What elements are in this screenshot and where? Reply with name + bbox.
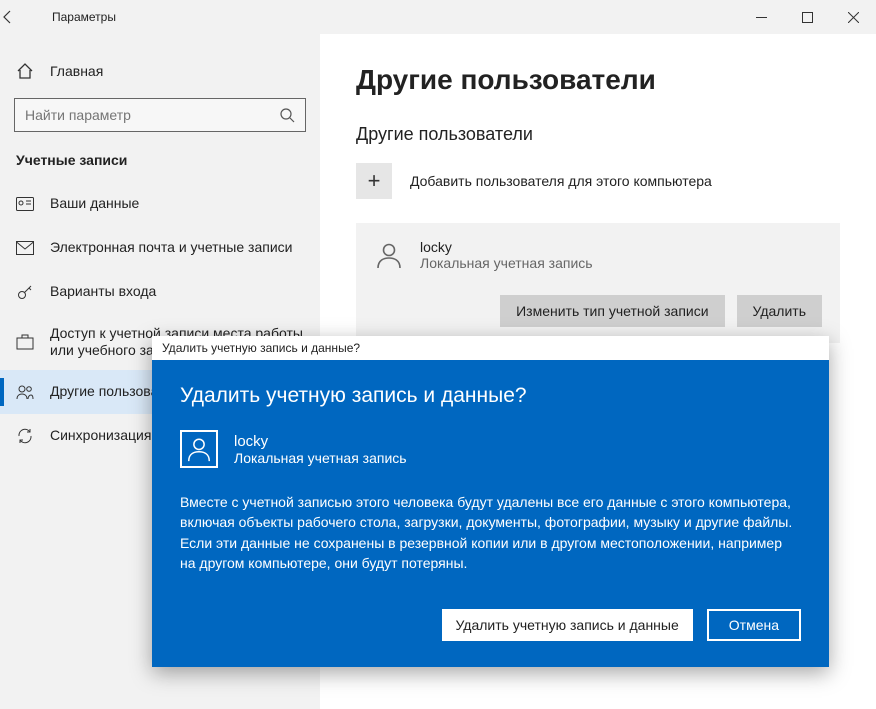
add-user-row[interactable]: + Добавить пользователя для этого компью… [356,163,840,199]
dialog-confirm-button[interactable]: Удалить учетную запись и данные [442,609,693,641]
avatar-icon [180,430,218,468]
dialog-titlebar: Удалить учетную запись и данные? [152,336,829,360]
user-card[interactable]: locky Локальная учетная запись Изменить … [356,223,840,343]
sidebar-section-header: Учетные записи [0,146,320,182]
id-card-icon [16,197,34,211]
minimize-button[interactable] [738,0,784,34]
user-name: locky [420,239,593,255]
delete-user-button[interactable]: Удалить [737,295,822,327]
briefcase-icon [16,334,34,350]
dialog-body-text: Вместе с учетной записью этого человека … [180,492,801,573]
home-icon [16,62,34,80]
close-button[interactable] [830,0,876,34]
sync-icon [16,427,34,445]
user-account-type: Локальная учетная запись [420,255,593,271]
delete-account-dialog: Удалить учетную запись и данные? Удалить… [152,336,829,667]
plus-icon: + [356,163,392,199]
search-input-wrap[interactable] [14,98,306,132]
sidebar-item-label: Электронная почта и учетные записи [50,239,302,257]
section-subheader: Другие пользователи [356,124,840,145]
maximize-button[interactable] [784,0,830,34]
titlebar: Параметры [0,0,876,34]
sidebar-item-label: Варианты входа [50,283,166,301]
dialog-heading: Удалить учетную запись и данные? [180,384,801,408]
sidebar-home-label: Главная [50,63,103,79]
back-button[interactable] [0,9,46,25]
search-input[interactable] [25,107,255,123]
sidebar-item-your-info[interactable]: Ваши данные [0,182,320,226]
add-user-label: Добавить пользователя для этого компьюте… [410,173,712,189]
key-icon [16,283,34,301]
search-icon [279,107,295,123]
window-title: Параметры [46,10,116,24]
people-icon [16,384,34,400]
sidebar-item-label: Ваши данные [50,195,149,213]
sidebar-item-signin[interactable]: Варианты входа [0,270,320,314]
dialog-user-type: Локальная учетная запись [234,450,407,466]
mail-icon [16,241,34,255]
change-account-type-button[interactable]: Изменить тип учетной записи [500,295,724,327]
sidebar-item-email[interactable]: Электронная почта и учетные записи [0,226,320,270]
page-title: Другие пользователи [356,64,840,96]
dialog-cancel-button[interactable]: Отмена [707,609,801,641]
sidebar-home[interactable]: Главная [0,52,320,90]
dialog-user-name: locky [234,433,407,450]
avatar-icon [374,240,404,270]
